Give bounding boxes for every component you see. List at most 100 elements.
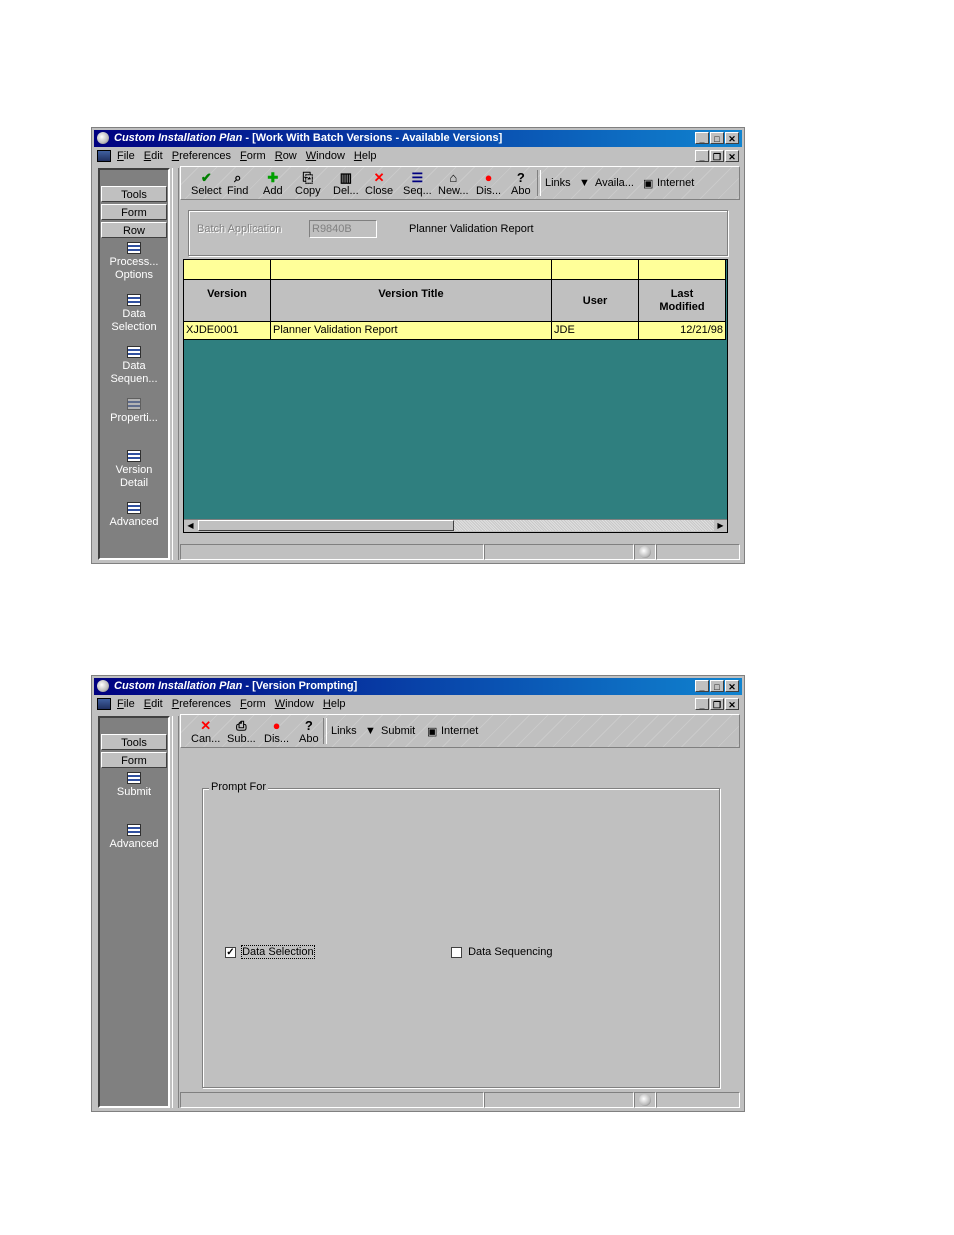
status-pane xyxy=(484,544,634,560)
exit-properties[interactable]: Properti... xyxy=(100,398,168,425)
mdi-close-icon[interactable]: ✕ xyxy=(725,698,739,710)
query-cell-user[interactable] xyxy=(552,260,639,280)
menu-row[interactable]: Row xyxy=(275,150,297,162)
menu-preferences[interactable]: Preferences xyxy=(172,698,231,710)
scroll-thumb[interactable] xyxy=(198,520,454,531)
data-sequencing-checkbox[interactable]: Data Sequencing xyxy=(451,946,552,958)
mdi-minimize-icon[interactable]: _ xyxy=(695,150,709,162)
splitter[interactable] xyxy=(172,168,179,560)
menu-file[interactable]: File xyxy=(117,698,135,710)
select-button[interactable]: ✔ Select xyxy=(191,170,222,197)
menu-app-icon[interactable] xyxy=(97,698,111,710)
query-cell-title[interactable] xyxy=(271,260,552,280)
menu-app-icon[interactable] xyxy=(97,150,111,162)
find-button[interactable]: ⌕ Find xyxy=(227,170,248,197)
menu-window[interactable]: Window xyxy=(306,150,345,162)
menu-window[interactable]: Window xyxy=(275,698,314,710)
copy-button[interactable]: ⎘ Copy xyxy=(295,170,321,197)
checkbox-checked-icon[interactable]: ✓ xyxy=(225,946,236,958)
internet-icon[interactable]: ▣ xyxy=(643,177,653,190)
add-button[interactable]: ✚ Add xyxy=(263,170,283,197)
horizontal-scrollbar[interactable]: ◀ ▶ xyxy=(184,519,727,532)
menu-edit[interactable]: Edit xyxy=(144,150,163,162)
status-pane xyxy=(484,1092,634,1108)
maximize-icon[interactable]: □ xyxy=(710,132,724,144)
close-icon[interactable]: ✕ xyxy=(725,680,739,692)
mdi-restore-icon[interactable]: ❐ xyxy=(710,698,724,710)
available-label[interactable]: Availa... xyxy=(595,177,634,189)
menu-help[interactable]: Help xyxy=(354,150,377,162)
menu-preferences[interactable]: Preferences xyxy=(172,150,231,162)
checkbox-unchecked-icon[interactable] xyxy=(451,946,462,958)
links-label[interactable]: Links xyxy=(545,177,571,189)
cancel-button[interactable]: ✕ Can... xyxy=(191,718,220,745)
cell-last-modified[interactable]: 12/21/98 xyxy=(639,322,726,340)
scroll-track[interactable] xyxy=(454,520,714,531)
exit-bar-tools-button[interactable]: Tools xyxy=(101,734,167,750)
menu-help[interactable]: Help xyxy=(323,698,346,710)
splitter[interactable] xyxy=(172,716,179,1108)
data-sequencing-label[interactable]: Data Sequencing xyxy=(468,946,552,958)
internet-label[interactable]: Internet xyxy=(657,177,694,189)
menu-form[interactable]: Form xyxy=(240,150,266,162)
exit-processing-options[interactable]: Process... Options xyxy=(100,242,168,282)
exit-bar-row-button[interactable]: Row xyxy=(101,222,167,238)
maximize-icon[interactable]: □ xyxy=(710,680,724,692)
internet-icon[interactable]: ▣ xyxy=(427,725,437,738)
versions-grid[interactable]: Version Version Title User Last Modified… xyxy=(183,259,728,533)
close-button[interactable]: ✕ Close xyxy=(365,170,393,197)
scroll-right-icon[interactable]: ▶ xyxy=(715,520,726,531)
dropdown-arrow-icon[interactable]: ▼ xyxy=(579,177,590,189)
about-button[interactable]: ? Abo xyxy=(511,170,531,197)
exit-data-selection[interactable]: Data Selection xyxy=(100,294,168,334)
exit-advanced[interactable]: Advanced xyxy=(100,502,168,529)
exit-bar-form-button[interactable]: Form xyxy=(101,752,167,768)
submit-button[interactable]: ⎙ Sub... xyxy=(227,718,256,745)
title-bar[interactable]: Custom Installation Plan - [Version Prom… xyxy=(94,678,742,695)
exit-data-sequencing[interactable]: Data Sequen... xyxy=(100,346,168,386)
exit-submit[interactable]: Submit xyxy=(100,772,168,799)
title-form-name: - [Version Prompting] xyxy=(242,680,358,692)
exit-bar-form-button[interactable]: Form xyxy=(101,204,167,220)
title-bar[interactable]: Custom Installation Plan - [Work With Ba… xyxy=(94,130,742,147)
cell-version[interactable]: XJDE0001 xyxy=(184,322,271,340)
submit-link-label[interactable]: Submit xyxy=(381,725,415,737)
column-header-version[interactable]: Version xyxy=(184,280,271,322)
button-label: Select xyxy=(191,185,222,197)
menu-file[interactable]: File xyxy=(117,150,135,162)
close-icon[interactable]: ✕ xyxy=(725,132,739,144)
cell-version-title[interactable]: Planner Validation Report xyxy=(271,322,552,340)
links-label[interactable]: Links xyxy=(331,725,357,737)
column-header-user[interactable]: User xyxy=(552,280,639,322)
sequence-button[interactable]: ☰ Seq... xyxy=(403,170,432,197)
data-selection-label[interactable]: Data Selection xyxy=(241,945,315,959)
mdi-close-icon[interactable]: ✕ xyxy=(725,150,739,162)
column-header-last-modified[interactable]: Last Modified xyxy=(639,280,726,322)
data-selection-checkbox[interactable]: ✓ Data Selection xyxy=(225,945,315,959)
minimize-icon[interactable]: _ xyxy=(695,680,709,692)
exit-version-detail[interactable]: Version Detail xyxy=(100,450,168,490)
display-button[interactable]: ● Dis... xyxy=(264,718,289,745)
menu-form[interactable]: Form xyxy=(240,698,266,710)
exit-advanced[interactable]: Advanced xyxy=(100,824,168,851)
query-cell-modified[interactable] xyxy=(639,260,726,280)
scroll-left-icon[interactable]: ◀ xyxy=(185,520,196,531)
menu-edit[interactable]: Edit xyxy=(144,698,163,710)
cell-user[interactable]: JDE xyxy=(552,322,639,340)
mdi-restore-icon[interactable]: ❐ xyxy=(710,150,724,162)
header-group: Batch Application R9840B Planner Validat… xyxy=(188,210,728,256)
column-header-version-title[interactable]: Version Title xyxy=(271,280,552,322)
title-app-name: Custom Installation Plan xyxy=(114,680,243,692)
query-cell-version[interactable] xyxy=(184,260,271,280)
menu-bar: File Edit Preferences Form Window Help _… xyxy=(94,695,742,713)
internet-label[interactable]: Internet xyxy=(441,725,478,737)
delete-button[interactable]: ▥ Del... xyxy=(333,170,359,197)
exit-bar: Tools Form Row Process... Options Data Sel… xyxy=(98,168,170,560)
mdi-minimize-icon[interactable]: _ xyxy=(695,698,709,710)
minimize-icon[interactable]: _ xyxy=(695,132,709,144)
new-button[interactable]: ⌂ New... xyxy=(438,170,469,197)
display-button[interactable]: ● Dis... xyxy=(476,170,501,197)
exit-bar-tools-button[interactable]: Tools xyxy=(101,186,167,202)
dropdown-arrow-icon[interactable]: ▼ xyxy=(365,725,376,737)
about-button[interactable]: ? Abo xyxy=(299,718,319,745)
